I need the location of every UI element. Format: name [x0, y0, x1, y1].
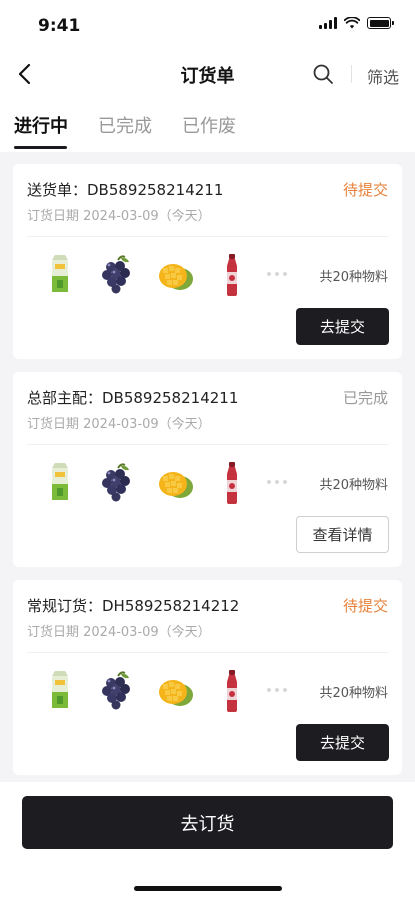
card-divider: [27, 652, 388, 653]
product-thumbnails: 共20种物料: [13, 460, 402, 506]
order-status: 已完成: [342, 389, 388, 407]
order-title: 总部主配：DB589258214211: [27, 389, 239, 407]
bottom-bar: 去订货: [0, 782, 415, 900]
tab-indicator: [14, 146, 67, 149]
tab-in-progress[interactable]: 进行中: [14, 112, 68, 138]
bottle-icon: [227, 254, 237, 296]
order-date: 订货日期 2024-03-09（今天）: [27, 625, 211, 640]
filter-button[interactable]: 筛选: [367, 64, 399, 88]
page-title: 订货单: [180, 66, 235, 87]
juice-carton-icon: [52, 671, 68, 708]
more-dots-icon: [267, 688, 287, 692]
status-bar: 9:41: [0, 0, 415, 52]
order-status: 待提交: [342, 597, 388, 615]
order-card[interactable]: 常规订货：DH589258214212 待提交 订货日期 2024-03-09（…: [13, 580, 402, 775]
status-icons: [319, 17, 394, 29]
product-thumbnails: 共20种物料: [13, 252, 402, 298]
mango-icon: [159, 472, 193, 498]
item-count: 共20种物料: [319, 270, 388, 285]
place-order-button[interactable]: 去订货: [22, 796, 393, 849]
order-card[interactable]: 送货单：DB589258214211 待提交 订货日期 2024-03-09（今…: [13, 164, 402, 359]
battery-icon: [367, 17, 394, 29]
nav-divider: [351, 65, 352, 83]
submit-button[interactable]: 去提交: [296, 724, 389, 761]
back-arrow-icon[interactable]: [14, 61, 38, 87]
juice-carton-icon: [52, 255, 68, 292]
card-divider: [27, 236, 388, 237]
tab-completed[interactable]: 已完成: [98, 112, 152, 138]
view-details-button[interactable]: 查看详情: [296, 516, 389, 553]
mango-icon: [159, 680, 193, 706]
submit-button[interactable]: 去提交: [296, 308, 389, 345]
signal-icon: [319, 17, 337, 29]
card-divider: [27, 444, 388, 445]
order-title: 送货单：DB589258214211: [27, 181, 224, 199]
order-date: 订货日期 2024-03-09（今天）: [27, 209, 211, 224]
order-card[interactable]: 总部主配：DB589258214211 已完成 订货日期 2024-03-09（…: [13, 372, 402, 567]
bottle-icon: [227, 462, 237, 504]
home-indicator[interactable]: [134, 886, 282, 891]
order-title: 常规订货：DH589258214212: [27, 597, 240, 615]
item-count: 共20种物料: [319, 478, 388, 493]
product-thumbnails: 共20种物料: [13, 668, 402, 714]
juice-carton-icon: [52, 463, 68, 500]
tab-bar: 进行中 已完成 已作废: [0, 96, 415, 152]
wifi-icon: [344, 17, 360, 29]
item-count: 共20种物料: [319, 686, 388, 701]
grapes-icon: [101, 463, 131, 503]
grapes-icon: [101, 255, 131, 295]
order-date: 订货日期 2024-03-09（今天）: [27, 417, 211, 432]
nav-bar: 订货单 筛选: [0, 52, 415, 96]
grapes-icon: [101, 671, 131, 711]
order-status: 待提交: [342, 181, 388, 199]
search-icon[interactable]: [311, 62, 335, 86]
more-dots-icon: [267, 272, 287, 276]
mango-icon: [159, 264, 193, 290]
status-time: 9:41: [38, 16, 81, 36]
tab-voided[interactable]: 已作废: [182, 112, 236, 138]
bottle-icon: [227, 670, 237, 712]
more-dots-icon: [267, 480, 287, 484]
